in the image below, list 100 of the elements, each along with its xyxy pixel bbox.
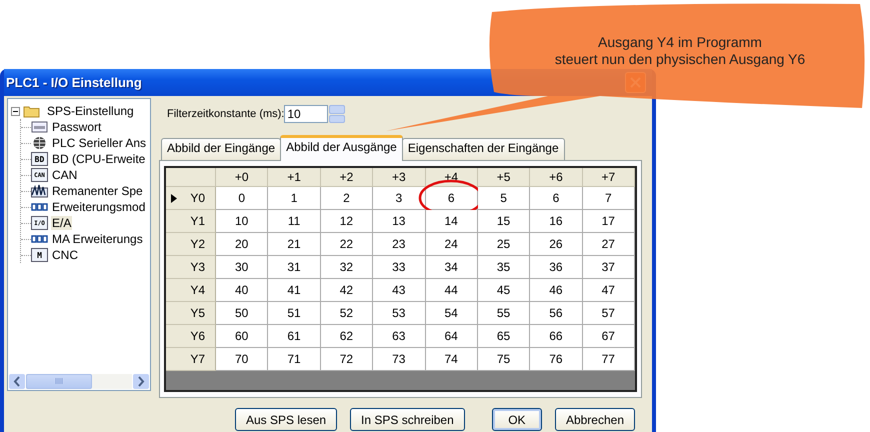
table-cell: 32 — [320, 256, 374, 279]
row-header: Y2 — [166, 233, 216, 256]
badge-icon: BD — [31, 152, 48, 166]
table-cell: 16 — [530, 210, 583, 233]
tree-item[interactable]: Passwort — [51, 120, 102, 134]
table-corner — [166, 168, 216, 187]
table-cell: 15 — [478, 210, 530, 233]
password-field-icon — [31, 120, 48, 134]
tree-item[interactable]: CAN — [51, 168, 78, 182]
tab[interactable]: Abbild der Eingänge — [161, 138, 282, 160]
table-cell: 11 — [268, 210, 321, 233]
row-header: Y1 — [166, 210, 216, 233]
tree-item[interactable]: MA Erweiterungs — [51, 232, 144, 246]
dialog-button[interactable]: OK — [492, 408, 542, 431]
column-header: +5 — [478, 168, 530, 187]
filter-field[interactable]: 10 — [284, 105, 328, 123]
column-header: +7 — [582, 168, 635, 187]
table-cell: 41 — [268, 279, 321, 302]
row-header: Y0 — [166, 187, 216, 210]
tab[interactable]: Abbild der Ausgänge — [280, 135, 403, 161]
table-cell: 54 — [426, 302, 478, 325]
column-header: +6 — [530, 168, 583, 187]
dialog-button[interactable]: In SPS schreiben — [350, 408, 465, 431]
table-cell: 63 — [373, 325, 426, 348]
table-cell: 25 — [478, 233, 530, 256]
tree-item[interactable]: BD (CPU-Erweite — [51, 152, 146, 166]
table-cell: 13 — [373, 210, 426, 233]
table-cell: 31 — [268, 256, 321, 279]
horizontal-scrollbar[interactable] — [8, 373, 150, 390]
tree-item[interactable]: PLC Serieller Ans — [51, 136, 147, 150]
scroll-left-icon[interactable] — [9, 374, 25, 388]
callout-tooltip: Ausgang Y4 im Programm steuert nun den physischen Ausgang Y6 — [386, 4, 865, 131]
table-cell: 57 — [582, 302, 635, 325]
current-row-icon — [171, 194, 177, 202]
collapse-icon[interactable] — [11, 106, 20, 116]
table-cell: 2 — [320, 187, 374, 210]
table-cell: 36 — [530, 256, 583, 279]
tree-item[interactable]: CNC — [51, 248, 79, 262]
table-cell: 53 — [373, 302, 426, 325]
table-cell: 76 — [530, 348, 583, 371]
table-cell: 7 — [582, 187, 635, 210]
table-cell: 52 — [320, 302, 374, 325]
table-cell: 23 — [373, 233, 426, 256]
table-cell: 42 — [320, 279, 374, 302]
table-cell: 30 — [216, 256, 268, 279]
tree-item[interactable]: Erweiterungsmod — [51, 200, 146, 214]
table-cell: 40 — [216, 279, 268, 302]
dialog-button[interactable]: Aus SPS lesen — [235, 408, 338, 431]
table-cell: 67 — [582, 325, 635, 348]
row-header: Y6 — [166, 325, 216, 348]
table-cell: 70 — [216, 348, 268, 371]
row-header: Y3 — [166, 256, 216, 279]
folder-icon — [23, 104, 40, 118]
table-cell: 5 — [478, 187, 530, 210]
scroll-right-icon[interactable] — [133, 374, 149, 388]
table-cell: 6 — [530, 187, 583, 210]
table-cell: 44 — [426, 279, 478, 302]
column-header: +1 — [268, 168, 321, 187]
filter-label: Filterzeitkonstante (ms): — [167, 108, 284, 120]
table-cell: 46 — [530, 279, 583, 302]
badge-icon: M — [31, 248, 48, 262]
table-cell: 45 — [478, 279, 530, 302]
table-cell: 56 — [530, 302, 583, 325]
column-header: +0 — [216, 168, 268, 187]
tree-item[interactable]: Remanenter Spe — [51, 184, 144, 198]
table-cell: 62 — [320, 325, 374, 348]
window-title: PLC1 - I/O Einstellung — [6, 75, 142, 90]
table-cell: 22 — [320, 233, 374, 256]
table-cell: 71 — [268, 348, 321, 371]
table-cell: 73 — [373, 348, 426, 371]
table-cell: 72 — [320, 348, 374, 371]
table-cell: 1 — [268, 187, 321, 210]
table-cell: 50 — [216, 302, 268, 325]
tab[interactable]: Eigenschaften der Eingänge — [402, 138, 565, 160]
table-cell: 10 — [216, 210, 268, 233]
row-header: Y5 — [166, 302, 216, 325]
table-cell: 47 — [582, 279, 635, 302]
table-cell: 74 — [426, 348, 478, 371]
table-cell: 27 — [582, 233, 635, 256]
column-header: +3 — [373, 168, 426, 187]
row-header: Y4 — [166, 279, 216, 302]
table-cell: 21 — [268, 233, 321, 256]
grip-icon — [54, 378, 63, 384]
column-header: +2 — [320, 168, 374, 187]
tree-item[interactable]: E/A — [51, 216, 72, 230]
table-cell: 43 — [373, 279, 426, 302]
table-cell: 3 — [373, 187, 426, 210]
table-cell: 66 — [530, 325, 583, 348]
scrollbar-thumb[interactable] — [26, 374, 92, 388]
tree-item[interactable]: SPS-Einstellung — [46, 104, 135, 118]
table-cell: 77 — [582, 348, 635, 371]
table-cell: 20 — [216, 233, 268, 256]
table-cell: 60 — [216, 325, 268, 348]
row-header: Y7 — [166, 348, 216, 371]
globe-icon — [31, 136, 48, 150]
dialog-button[interactable]: Abbrechen — [554, 408, 635, 431]
table-cell: 64 — [426, 325, 478, 348]
table-cell: 34 — [426, 256, 478, 279]
table-cell: 55 — [478, 302, 530, 325]
table-cell: 35 — [478, 256, 530, 279]
